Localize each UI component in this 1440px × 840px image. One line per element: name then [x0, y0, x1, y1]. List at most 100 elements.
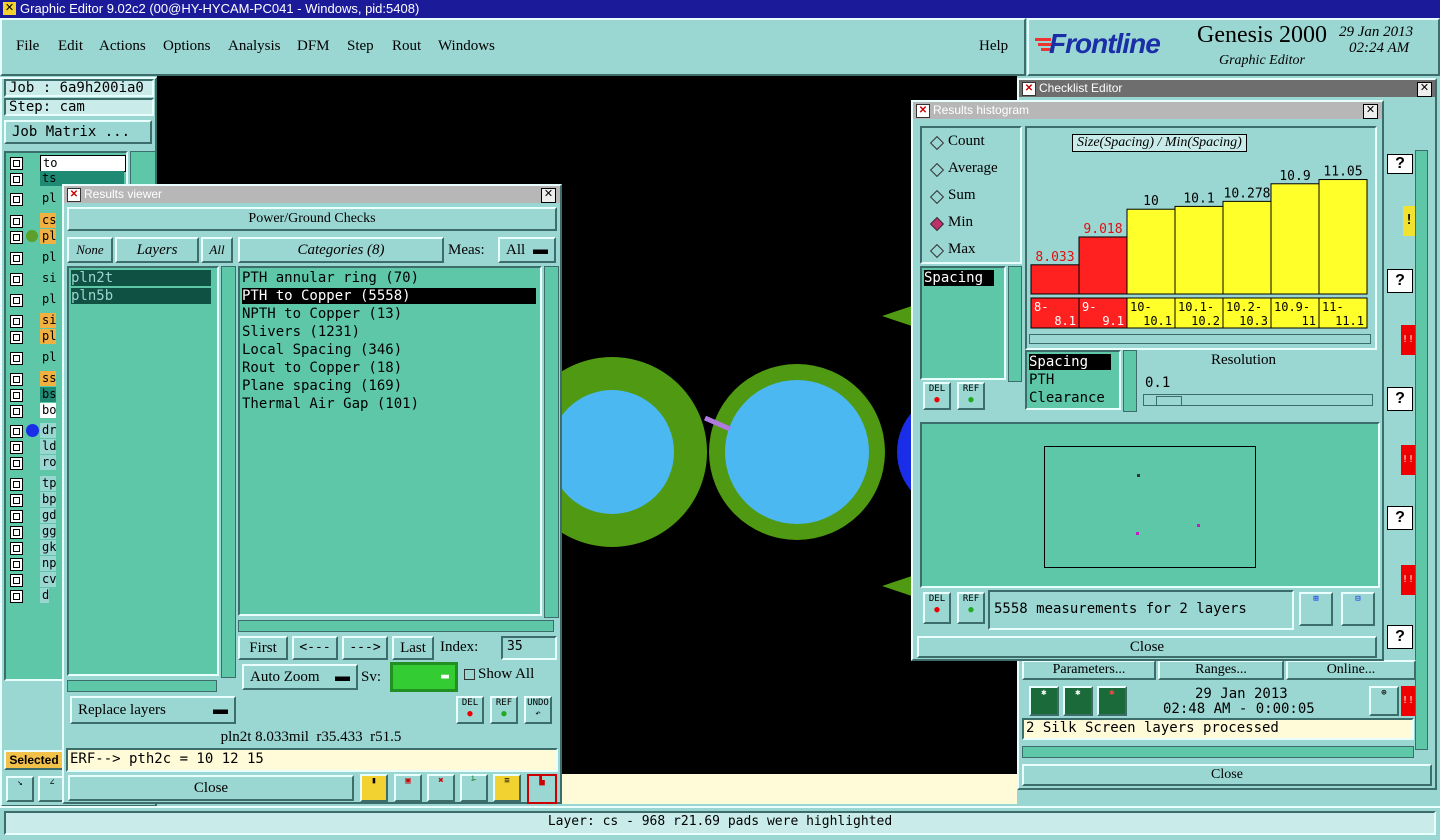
tool-icon-1[interactable]: ▮ — [360, 774, 388, 802]
close-icon[interactable]: ✕ — [541, 188, 556, 203]
run-icon-3[interactable]: ✱ — [1097, 686, 1127, 716]
radio-count[interactable] — [929, 135, 945, 151]
fit-map-icon[interactable]: ⊟ — [1341, 592, 1375, 626]
radio-average[interactable] — [929, 162, 945, 178]
menu-analysis[interactable]: Analysis — [228, 38, 281, 55]
list-item[interactable]: Slivers (1231) — [242, 324, 360, 340]
help-icon[interactable]: ? — [1387, 269, 1413, 293]
mode-min[interactable]: Min — [948, 214, 973, 231]
job-matrix-button[interactable]: Job Matrix ... — [4, 120, 152, 144]
tool-icon-2[interactable]: ▣ — [394, 774, 422, 802]
menu-rout[interactable]: Rout — [392, 38, 421, 55]
zoom-map-icon[interactable]: ⊞ — [1299, 592, 1333, 626]
histogram-del-button[interactable]: DEL ● — [923, 382, 951, 410]
mode-sum[interactable]: Sum — [948, 187, 976, 204]
next-button[interactable]: ---> — [342, 636, 388, 660]
list-item[interactable]: Rout to Copper (18) — [242, 360, 402, 376]
menu-options[interactable]: Options — [163, 38, 211, 55]
menu-dfm[interactable]: DFM — [297, 38, 330, 55]
first-button[interactable]: First — [238, 636, 288, 660]
close-button[interactable]: Close — [68, 775, 354, 801]
histogram-hscroll[interactable] — [1029, 334, 1371, 344]
category-list-scrollbar[interactable] — [544, 266, 559, 618]
preview-map[interactable] — [920, 422, 1380, 588]
close-icon[interactable]: ✕ — [1363, 104, 1378, 119]
list-item[interactable]: pln5b — [71, 288, 211, 304]
resolution-slider[interactable] — [1143, 394, 1373, 406]
mode-count[interactable]: Count — [948, 133, 985, 150]
histogram-bar[interactable] — [1126, 208, 1176, 295]
all-button[interactable]: All — [201, 237, 233, 263]
layers-button[interactable]: Layers — [115, 237, 199, 263]
histogram-ref-button[interactable]: REF ● — [957, 382, 985, 410]
list-item[interactable]: pln2t — [71, 270, 211, 286]
list-item[interactable]: Clearance — [1029, 390, 1105, 406]
histogram-bar[interactable] — [1222, 200, 1272, 295]
del-button[interactable]: DEL ● — [456, 696, 484, 724]
prev-button[interactable]: <--- — [292, 636, 338, 660]
menu-help[interactable]: Help — [979, 38, 1008, 55]
tool-icon-3[interactable]: ✖ — [427, 774, 455, 802]
menu-actions[interactable]: Actions — [99, 38, 146, 55]
preview-del-button[interactable]: DEL ● — [923, 592, 951, 624]
mode-average[interactable]: Average — [948, 160, 998, 177]
histogram-bar[interactable] — [1078, 236, 1128, 295]
type-list-scrollbar[interactable] — [1123, 350, 1137, 412]
category-list-hscroll[interactable] — [238, 620, 554, 632]
menu-file[interactable]: File — [16, 38, 39, 55]
help-icon[interactable]: ? — [1387, 154, 1413, 174]
help-icon[interactable]: ? — [1387, 387, 1413, 411]
histogram-bar[interactable] — [1030, 264, 1080, 295]
selected-button[interactable]: Selected — [4, 750, 64, 770]
measure-list-scrollbar[interactable] — [1008, 266, 1022, 382]
list-item[interactable]: Thermal Air Gap (101) — [242, 396, 419, 412]
menu-windows[interactable]: Windows — [438, 38, 495, 55]
index-field[interactable]: 35 — [501, 636, 557, 660]
ranges-button[interactable]: Ranges... — [1158, 660, 1284, 680]
last-button[interactable]: Last — [392, 636, 434, 660]
radio-min[interactable] — [929, 216, 945, 232]
radio-sum[interactable] — [929, 189, 945, 205]
sv-color-dropdown[interactable]: ▬ — [390, 662, 458, 692]
run-icon-1[interactable]: ✱ — [1029, 686, 1059, 716]
radio-max[interactable] — [929, 243, 945, 259]
show-all-checkbox[interactable] — [464, 669, 475, 680]
list-item[interactable]: PTH — [1029, 372, 1054, 388]
list-item[interactable]: Plane spacing (169) — [242, 378, 402, 394]
checklist-hscroll[interactable] — [1022, 746, 1414, 758]
histogram-icon[interactable]: ▙ — [527, 774, 557, 804]
tool-icon-4[interactable]: ⅟ — [460, 774, 488, 802]
undo-button[interactable]: UNDO ↶ — [524, 696, 552, 724]
list-item[interactable]: Spacing — [924, 270, 994, 286]
ref-button[interactable]: REF ● — [490, 696, 518, 724]
menu-edit[interactable]: Edit — [58, 38, 83, 55]
replace-layers-dropdown[interactable]: Replace layers ▬ — [70, 696, 236, 724]
preview-ref-button[interactable]: REF ● — [957, 592, 985, 624]
run-icon-2[interactable]: ✱ — [1063, 686, 1093, 716]
histogram-bar[interactable] — [1174, 205, 1224, 295]
tool-icon-5[interactable]: ≡ — [493, 774, 521, 802]
layer-list-hscroll[interactable] — [67, 680, 217, 692]
parameters-button[interactable]: Parameters... — [1022, 660, 1156, 680]
histogram-bar[interactable] — [1270, 183, 1320, 295]
histogram-bar[interactable] — [1318, 179, 1368, 295]
histogram-close-button[interactable]: Close — [917, 636, 1377, 658]
list-item[interactable]: PTH to Copper (5558) — [242, 288, 536, 304]
categories-button[interactable]: Categories (8) — [238, 237, 444, 263]
checklist-scrollbar[interactable] — [1415, 150, 1428, 750]
none-button[interactable]: None — [67, 237, 113, 263]
help-icon[interactable]: ? — [1387, 506, 1413, 530]
menu-step[interactable]: Step — [347, 38, 374, 55]
layer-row[interactable]: to — [6, 155, 126, 172]
auto-zoom-dropdown[interactable]: Auto Zoom ▬ — [242, 664, 358, 690]
list-item[interactable]: PTH annular ring (70) — [242, 270, 419, 286]
left-tool-icon-1[interactable]: ↘ — [6, 776, 34, 802]
mode-max[interactable]: Max — [948, 241, 976, 258]
layer-list-scrollbar[interactable] — [221, 266, 236, 678]
meas-dropdown[interactable]: All ▬ — [498, 237, 556, 263]
help-icon[interactable]: ? — [1387, 625, 1413, 649]
list-item[interactable]: Local Spacing (346) — [242, 342, 402, 358]
power-ground-header[interactable]: Power/Ground Checks — [67, 207, 557, 231]
online-button[interactable]: Online... — [1286, 660, 1416, 680]
list-item[interactable]: NPTH to Copper (13) — [242, 306, 402, 322]
